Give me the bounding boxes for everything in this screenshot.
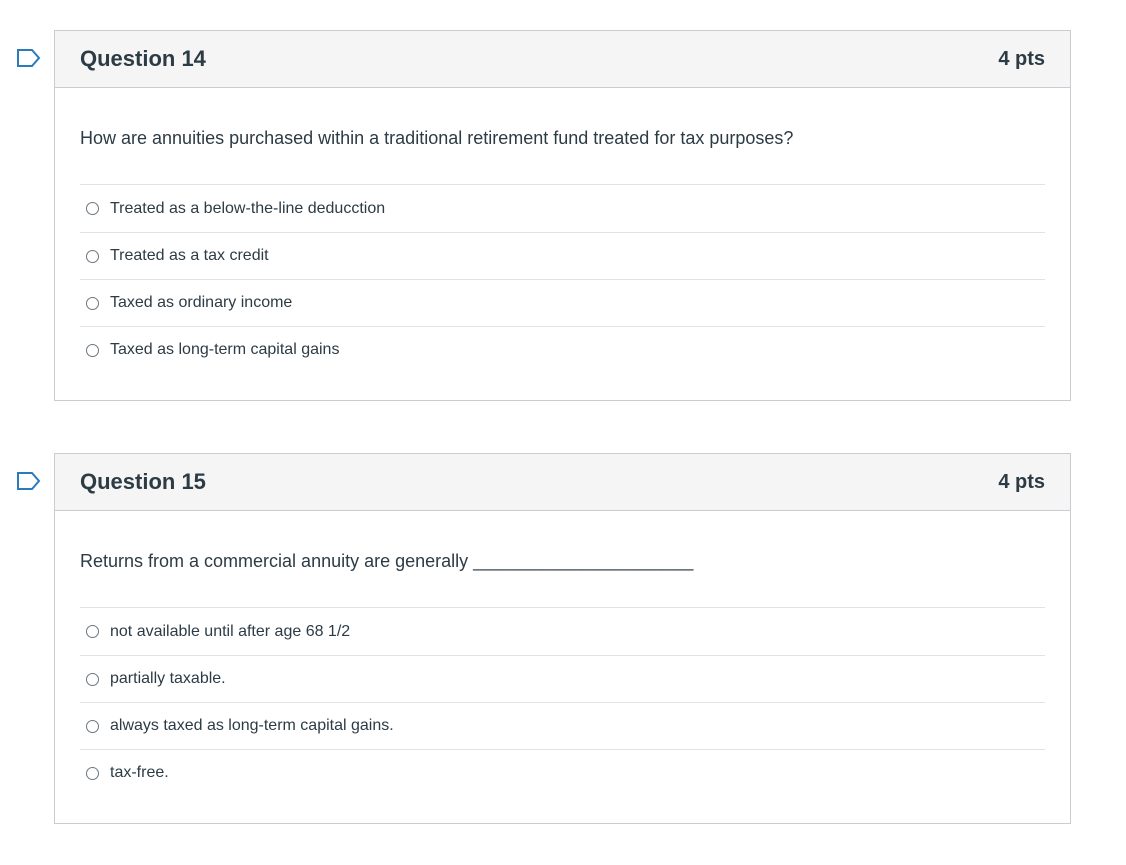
question-body: Returns from a commercial annuity are ge… [55,549,1070,796]
question-title: Question 15 [80,469,206,494]
answer-label: tax-free. [110,764,169,781]
question-card: Question 15 4 pts Returns from a commerc… [54,453,1071,824]
answer-label: not available until after age 68 1/2 [110,622,351,640]
quiz-page: Question 14 4 pts How are annuities purc… [0,0,1126,865]
question-text: Returns from a commercial annuity are ge… [80,551,694,571]
answer-option[interactable]: always taxed as long-term capital gains. [80,702,1045,749]
answer-option[interactable]: Treated as a below-the-line deducction [80,184,1045,232]
radio-button[interactable] [86,343,99,357]
answer-option[interactable]: Taxed as ordinary income [80,279,1045,326]
question-body: How are annuities purchased within a tra… [55,126,1070,373]
answer-label: Taxed as ordinary income [110,294,293,311]
answer-option[interactable]: Taxed as long-term capital gains [80,326,1045,373]
question-header: Question 15 4 pts [55,454,1070,511]
question-text: How are annuities purchased within a tra… [80,128,794,148]
question-title: Question 14 [80,46,206,71]
radio-button[interactable] [86,672,99,686]
radio-button[interactable] [86,202,99,215]
answer-option[interactable]: not available until after age 68 1/2 [80,607,1045,655]
answer-option[interactable]: Treated as a tax credit [80,232,1045,279]
answer-label: Treated as a below-the-line deducction [110,199,386,217]
radio-button[interactable] [86,625,99,638]
answer-label: Treated as a tax credit [110,247,269,264]
question-points: 4 pts [998,47,1045,70]
radio-button[interactable] [86,249,99,263]
question-header: Question 14 4 pts [55,31,1070,88]
answer-list: Treated as a below-the-line deducction T… [80,184,1045,373]
answer-label: always taxed as long-term capital gains. [110,717,394,734]
question-card: Question 14 4 pts How are annuities purc… [54,30,1071,401]
answer-option[interactable]: tax-free. [80,749,1045,796]
answer-label: Taxed as long-term capital gains [110,341,340,358]
question-points: 4 pts [998,470,1045,493]
radio-button[interactable] [86,766,99,780]
answer-list: not available until after age 68 1/2 par… [80,607,1045,796]
flag-question-icon[interactable] [16,48,42,68]
flag-question-icon[interactable] [16,471,42,491]
answer-option[interactable]: partially taxable. [80,655,1045,702]
answer-label: partially taxable. [110,670,226,687]
radio-button[interactable] [86,296,99,310]
radio-button[interactable] [86,719,99,733]
